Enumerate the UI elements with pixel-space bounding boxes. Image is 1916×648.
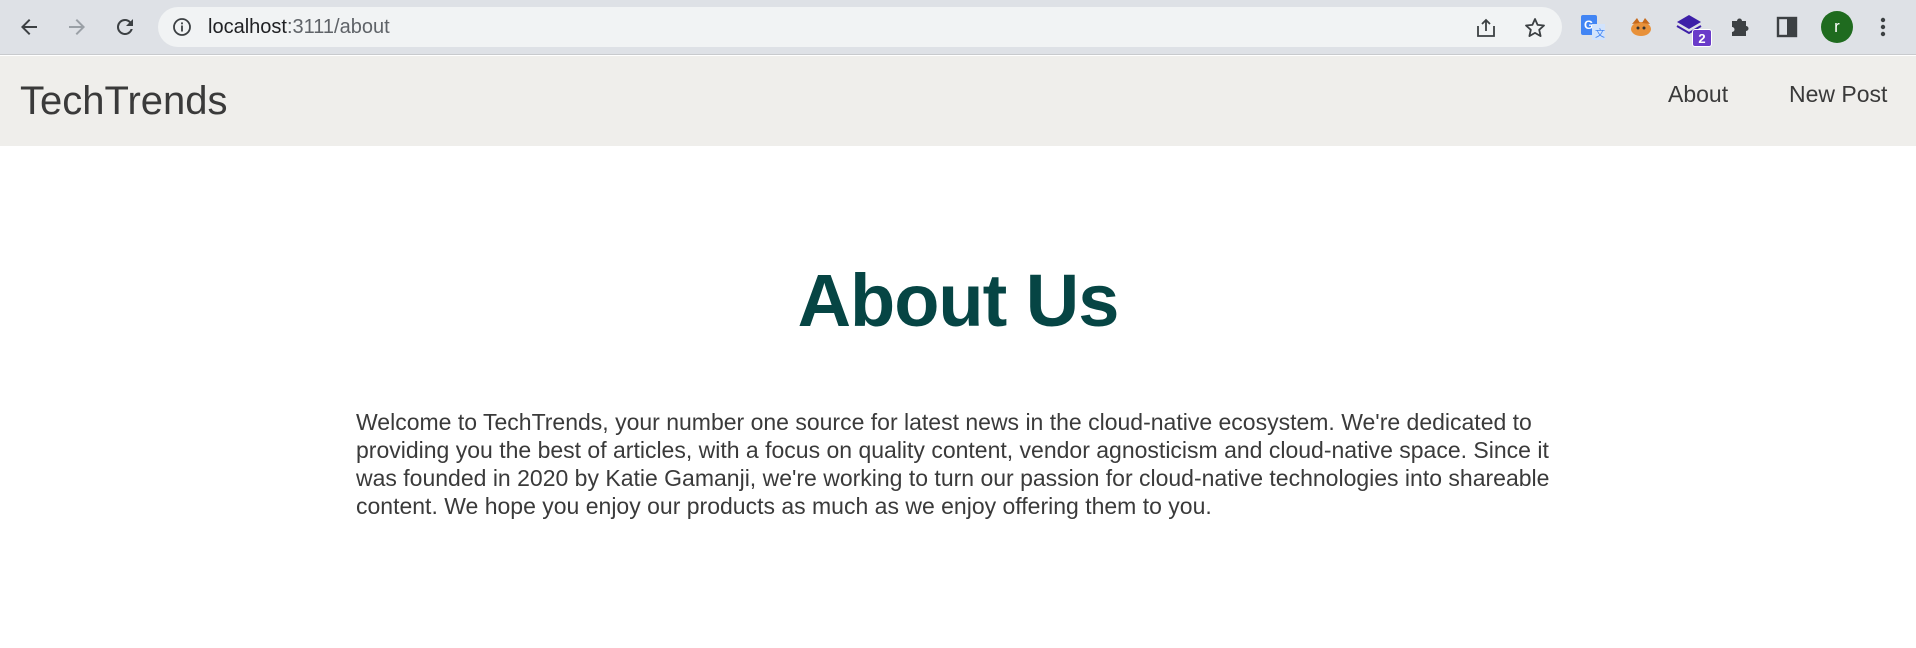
info-icon[interactable]	[172, 17, 192, 37]
fox-extension-icon[interactable]	[1626, 12, 1656, 42]
brand-logo[interactable]: TechTrends	[20, 56, 228, 146]
kebab-menu-icon[interactable]	[1868, 12, 1898, 42]
puzzle-icon[interactable]	[1724, 12, 1754, 42]
back-icon	[21, 19, 37, 35]
back-button[interactable]	[12, 10, 46, 44]
svg-text:文: 文	[1595, 27, 1605, 40]
url-path: :3111/about	[286, 16, 390, 38]
url-host: localhost	[208, 16, 287, 38]
page-title: About Us	[797, 259, 1120, 342]
site-navbar: TechTrends About New Post	[0, 56, 1916, 146]
reload-icon	[116, 18, 133, 35]
translate-icon[interactable]: G 文	[1578, 12, 1608, 42]
side-panel-icon[interactable]	[1772, 12, 1802, 42]
reload-button[interactable]	[108, 10, 142, 44]
svg-text:G: G	[1584, 18, 1593, 32]
browser-toolbar: localhost:3111/about G 文 2 r	[0, 0, 1916, 55]
address-bar[interactable]: localhost:3111/about	[158, 7, 1562, 47]
avatar[interactable]: r	[1821, 11, 1853, 43]
forward-icon	[69, 19, 85, 35]
url-text[interactable]: localhost:3111/about	[208, 7, 390, 47]
forward-button[interactable]	[60, 10, 94, 44]
share-icon[interactable]	[1474, 16, 1498, 40]
extension-badge: 2	[1692, 29, 1712, 47]
nav-link-new-post[interactable]: New Post	[1789, 56, 1887, 132]
star-icon[interactable]	[1523, 16, 1547, 40]
about-paragraph: Welcome to TechTrends, your number one s…	[356, 409, 1550, 519]
nav-link-about[interactable]: About	[1668, 56, 1728, 132]
